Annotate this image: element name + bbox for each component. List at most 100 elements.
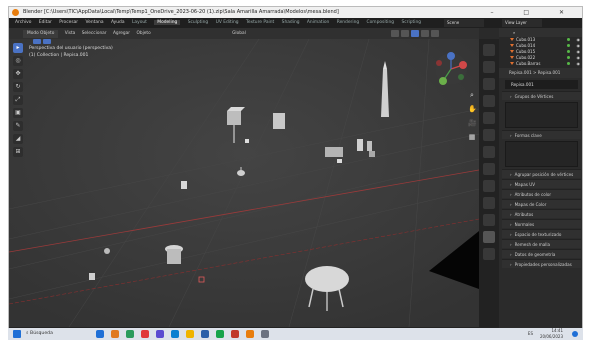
system-tray[interactable]: ES	[528, 328, 533, 340]
taskbar-app-icon[interactable]	[156, 330, 164, 338]
panel-uv-maps[interactable]: Mapas UV	[502, 179, 581, 188]
render-tab-icon[interactable]	[483, 61, 495, 73]
window-controls[interactable]: – □ ✕	[490, 7, 578, 18]
select-tool-icon[interactable]: ▸	[13, 43, 23, 53]
move-tool-icon[interactable]: ✥	[13, 69, 23, 79]
scene-tab-icon[interactable]	[483, 112, 495, 124]
select-extend-icon[interactable]	[43, 39, 51, 44]
taskbar-app-icon[interactable]	[111, 330, 119, 338]
cup-object[interactable]	[104, 248, 110, 254]
tiny-block[interactable]	[337, 159, 342, 163]
taskbar-app-icon[interactable]	[171, 330, 179, 338]
menu-seleccionar[interactable]: Seleccionar	[82, 31, 107, 36]
small-block[interactable]	[245, 139, 249, 143]
view-layer-tab-icon[interactable]	[483, 95, 495, 107]
world-tab-icon[interactable]	[483, 129, 495, 141]
material-tab-icon[interactable]	[483, 248, 495, 260]
menu-archivo[interactable]: Archivo	[15, 20, 31, 25]
tab-modeling[interactable]: Modeling	[154, 20, 181, 25]
tab-texture-paint[interactable]: Texture Paint	[246, 20, 274, 25]
round-table-top[interactable]	[305, 266, 349, 292]
panel-vertex-groups[interactable]: Grupos de Vértices	[502, 91, 581, 100]
pan-hand-icon[interactable]: ✋	[468, 105, 477, 113]
menu-ayuda[interactable]: Ayuda	[111, 20, 125, 25]
taskbar-app-icon[interactable]	[186, 330, 194, 338]
3d-viewport[interactable]: ▸ ◎ ✥ ↻ ⤢ ▣ ✎ ◢ ⊞ Perspectiva del usuari…	[9, 39, 479, 327]
camera-icon[interactable]: 🎥	[468, 119, 477, 127]
tab-layout[interactable]: Layout	[132, 20, 147, 25]
notification-icon[interactable]	[572, 331, 578, 337]
panel-normals[interactable]: Normales	[502, 219, 581, 228]
taskbar-app-icon[interactable]	[246, 330, 254, 338]
panel-vertex-position[interactable]: Agrupar posición de vértices	[502, 169, 581, 178]
box-object-2[interactable]	[273, 113, 285, 129]
transform-tool-icon[interactable]: ▣	[13, 108, 23, 118]
taskbar-app-icon[interactable]	[261, 330, 269, 338]
outliner-row[interactable]: Cubo.Barras ◉	[499, 61, 582, 67]
grid-icon[interactable]: ▦	[468, 133, 476, 141]
menu-procesar[interactable]: Procesar	[59, 20, 78, 25]
mesh-name-field[interactable]: Repisa.001	[505, 80, 578, 89]
solid-shading-icon[interactable]	[411, 30, 419, 37]
panel-color-attributes[interactable]: Atributos de color	[502, 189, 581, 198]
panel-remesh[interactable]: Remesh de malla	[502, 239, 581, 248]
mesh-data-tab-icon[interactable]	[483, 231, 495, 243]
tab-sculpting[interactable]: Sculpting	[188, 20, 209, 25]
tab-animation[interactable]: Animation	[307, 20, 329, 25]
render-shading-icon[interactable]	[431, 30, 439, 37]
tab-shading[interactable]: Shading	[282, 20, 300, 25]
annotate-tool-icon[interactable]: ✎	[13, 121, 23, 131]
panel-custom-properties[interactable]: Propiedades personalizadas	[502, 259, 581, 268]
taskbar-clock[interactable]: 14:41 20/06/2023	[540, 328, 563, 340]
shape-keys-list[interactable]	[505, 141, 578, 167]
panel-attributes[interactable]: Atributos	[502, 209, 581, 218]
view-layer-selector[interactable]: View Layer	[502, 19, 542, 27]
tool-tab-icon[interactable]	[483, 44, 495, 56]
taskbar-app-icon[interactable]	[126, 330, 134, 338]
output-tab-icon[interactable]	[483, 78, 495, 90]
tab-compositing[interactable]: Compositing	[367, 20, 395, 25]
taskbar-app-icon[interactable]	[216, 330, 224, 338]
taskbar-app-icon[interactable]	[231, 330, 239, 338]
panel-shape-keys[interactable]: Formas clave	[502, 130, 581, 139]
panel-color-maps[interactable]: Mapas de Color	[502, 199, 581, 208]
menu-vista[interactable]: Vista	[65, 31, 76, 36]
menu-objeto[interactable]: Objeto	[136, 31, 150, 36]
menu-agregar[interactable]: Agregar	[113, 31, 130, 36]
scene-selector[interactable]: Scene	[444, 19, 484, 27]
modifier-tab-icon[interactable]	[483, 163, 495, 175]
narrow-block-3[interactable]	[369, 151, 375, 157]
overlay-icon[interactable]	[391, 30, 399, 37]
panel-geometry-data[interactable]: Datos de geometría	[502, 249, 581, 258]
tab-scripting[interactable]: Scripting	[401, 20, 421, 25]
windows-start-icon[interactable]	[13, 330, 21, 338]
constraints-tab-icon[interactable]	[483, 214, 495, 226]
measure-tool-icon[interactable]: ◢	[13, 134, 23, 144]
panel-texture-space[interactable]: Espacio de texturizado	[502, 229, 581, 238]
menu-editar[interactable]: Editar	[39, 20, 52, 25]
cursor-tool-icon[interactable]: ◎	[13, 56, 23, 66]
narrow-block-1[interactable]	[357, 139, 363, 151]
cabinet-object[interactable]	[325, 147, 343, 157]
narrow-block-2[interactable]	[367, 141, 372, 151]
taskbar-app-icon[interactable]	[201, 330, 209, 338]
taskbar-app-icon[interactable]	[96, 330, 104, 338]
menu-ventana[interactable]: Ventana	[86, 20, 104, 25]
tab-uv-editing[interactable]: UV Editing	[216, 20, 239, 25]
object-tab-icon[interactable]	[483, 146, 495, 158]
tab-rendering[interactable]: Rendering	[337, 20, 359, 25]
add-cube-tool-icon[interactable]: ⊞	[13, 147, 23, 157]
physics-tab-icon[interactable]	[483, 197, 495, 209]
navigation-gizmo[interactable]	[433, 51, 469, 87]
select-box-icon[interactable]	[33, 39, 41, 44]
zoom-icon[interactable]: ⌕	[468, 91, 476, 99]
mode-dropdown[interactable]: Modo Objeto	[23, 30, 59, 38]
cube-object-1[interactable]	[227, 111, 241, 125]
small-chair[interactable]	[181, 181, 187, 189]
taskbar-app-icon[interactable]	[141, 330, 149, 338]
scale-tool-icon[interactable]: ⤢	[13, 95, 23, 105]
transform-orientation-dropdown[interactable]: Global	[232, 31, 246, 36]
small-object[interactable]	[89, 273, 95, 280]
vertex-groups-list[interactable]	[505, 102, 578, 128]
rotate-tool-icon[interactable]: ↻	[13, 82, 23, 92]
